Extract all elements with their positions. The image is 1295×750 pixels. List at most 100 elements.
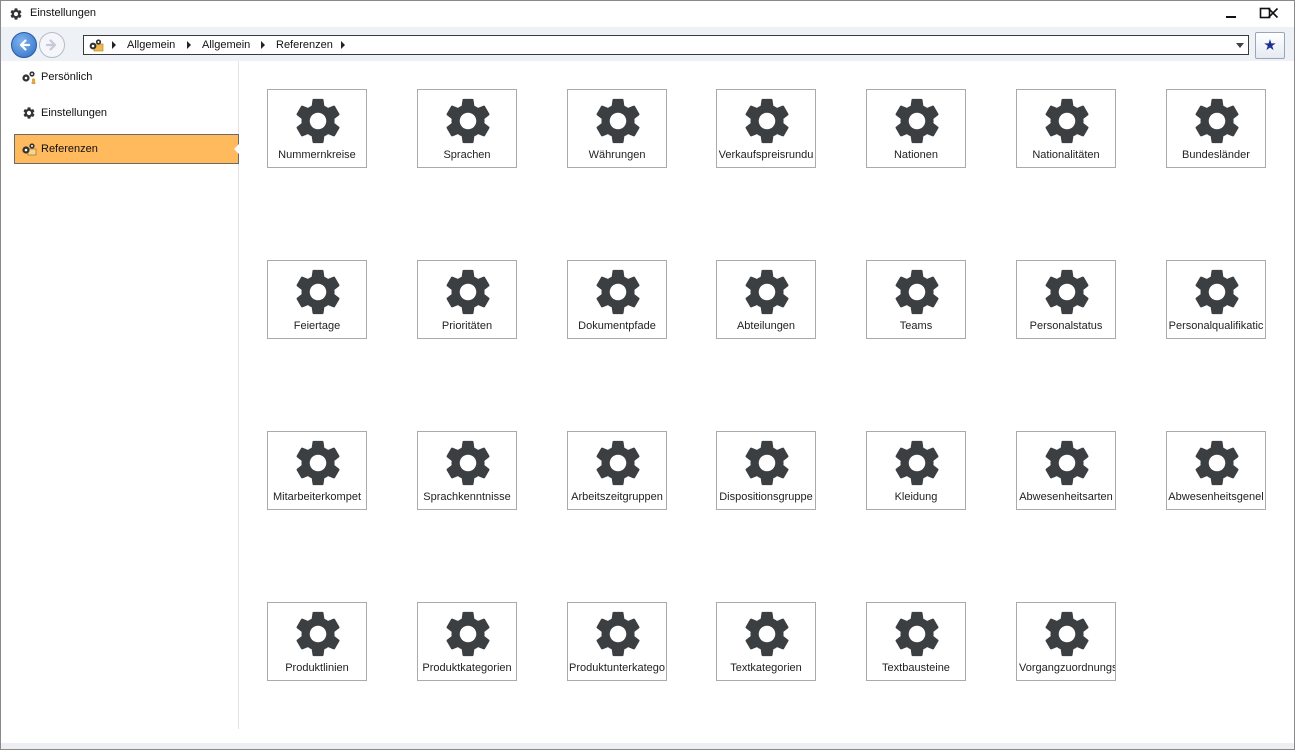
tile-label: Sprachen (443, 149, 491, 161)
gear-icon (895, 611, 939, 657)
sidebar-item-persoenlich[interactable]: Persönlich (14, 62, 239, 92)
breadcrumb-separator-icon (261, 41, 265, 49)
tile-label: Arbeitszeitgruppen (571, 491, 663, 503)
gear-icon (446, 98, 490, 144)
reference-tile[interactable]: Abwesenheitsarten (1016, 431, 1116, 510)
tile-label: Kleidung (894, 491, 938, 503)
gear-icon (10, 8, 22, 20)
tile-label: Produktkategorien (422, 662, 512, 674)
reference-tile[interactable]: Feiertage (267, 260, 367, 339)
tile-label: Feiertage (293, 320, 341, 332)
gear-icon (745, 611, 789, 657)
gear-icon (446, 611, 490, 657)
tile-label: Teams (899, 320, 933, 332)
chevron-down-icon[interactable] (1236, 43, 1244, 48)
sidebar-item-einstellungen[interactable]: Einstellungen (14, 98, 239, 128)
minimize-hitbox (1215, 1, 1249, 25)
navigation-bar: Allgemein Allgemein Referenzen ★ (1, 27, 1294, 61)
tile-label: Textbausteine (882, 662, 950, 674)
tile-label: Abwesenheitsgenel (1168, 491, 1264, 503)
window-title: Einstellungen (30, 7, 97, 19)
reference-tile[interactable]: Abteilungen (716, 260, 816, 339)
gear-icon (296, 98, 340, 144)
reference-tile[interactable]: Währungen (567, 89, 667, 168)
gear-icon (1195, 440, 1239, 486)
reference-tile[interactable]: Bundesländer (1166, 89, 1266, 168)
tile-label: Produktunterkatego (568, 662, 665, 674)
gear-icon (745, 98, 789, 144)
reference-tile[interactable]: Dokumentpfade (567, 260, 667, 339)
reference-tile[interactable]: Verkaufspreisrundu (716, 89, 816, 168)
reference-tile[interactable]: Arbeitszeitgruppen (567, 431, 667, 510)
tile-label: Personalqualifikatic (1168, 320, 1264, 332)
gear-icon (596, 611, 640, 657)
settings-window: Einstellungen Allgemein Allgemein Refere… (0, 0, 1295, 750)
reference-tile[interactable]: Dispositionsgruppe (716, 431, 816, 510)
address-bar[interactable]: Allgemein Allgemein Referenzen (83, 35, 1249, 55)
back-arrow-icon (19, 39, 31, 51)
gear-icon (1045, 611, 1089, 657)
gear-icon (596, 98, 640, 144)
forward-arrow-icon (45, 39, 57, 51)
reference-tile[interactable]: Kleidung (866, 431, 966, 510)
tile-label: Nationalitäten (1032, 149, 1100, 161)
gear-icon (296, 611, 340, 657)
reference-tile[interactable]: Sprachen (417, 89, 517, 168)
tile-label: Abwesenheitsarten (1019, 491, 1113, 503)
tile-label: Dokumentpfade (578, 320, 656, 332)
tile-label: Mitarbeiterkompet (272, 491, 362, 503)
close-icon (1267, 7, 1279, 19)
title-bar: Einstellungen (1, 1, 1294, 27)
gear-icon (296, 440, 340, 486)
tile-label: Personalstatus (1029, 320, 1103, 332)
reference-tile[interactable]: Produktlinien (267, 602, 367, 681)
reference-tile[interactable]: Teams (866, 260, 966, 339)
reference-tile[interactable]: Sprachkenntnisse (417, 431, 517, 510)
reference-tile[interactable]: Vorgangzuordnungs (1016, 602, 1116, 681)
tile-label: Verkaufspreisrundu (718, 149, 814, 161)
close-button[interactable] (1256, 1, 1290, 25)
breadcrumb-item[interactable]: Allgemein (127, 39, 175, 51)
selection-notch (234, 144, 239, 154)
gear-icon (1045, 440, 1089, 486)
gear-icon (446, 269, 490, 315)
gear-icon (596, 440, 640, 486)
gear-icon (23, 107, 35, 119)
reference-tile[interactable]: Textkategorien (716, 602, 816, 681)
tile-label: Sprachkenntnisse (423, 491, 511, 503)
reference-tile[interactable]: Nationalitäten (1016, 89, 1116, 168)
gear-icon (1195, 269, 1239, 315)
gear-icon (745, 269, 789, 315)
reference-tile[interactable]: Produktkategorien (417, 602, 517, 681)
gear-icon (596, 269, 640, 315)
reference-tile[interactable]: Personalqualifikatic (1166, 260, 1266, 339)
reference-tile[interactable]: Nummernkreise (267, 89, 367, 168)
gear-icon (895, 98, 939, 144)
reference-tile[interactable]: Nationen (866, 89, 966, 168)
back-button[interactable] (11, 32, 37, 58)
star-icon: ★ (1263, 37, 1277, 54)
favorite-button[interactable]: ★ (1255, 32, 1285, 59)
reference-tile[interactable]: Prioritäten (417, 260, 517, 339)
tile-label: Abteilungen (736, 320, 796, 332)
gear-icon (895, 269, 939, 315)
gear-icon (446, 440, 490, 486)
sidebar-item-label: Persönlich (41, 71, 93, 83)
forward-button[interactable] (39, 32, 65, 58)
sidebar-item-referenzen[interactable]: Referenzen (14, 134, 239, 164)
settings-folder-icon (89, 39, 104, 52)
breadcrumb-item[interactable]: Referenzen (276, 39, 333, 51)
reference-tile[interactable]: Produktunterkatego (567, 602, 667, 681)
tile-label: Nummernkreise (278, 149, 356, 161)
reference-tile[interactable]: Mitarbeiterkompet (267, 431, 367, 510)
tile-label: Vorgangzuordnungs (1019, 662, 1116, 674)
sidebar-item-label: Referenzen (41, 143, 98, 155)
breadcrumb-item[interactable]: Allgemein (202, 39, 250, 51)
tile-label: Textkategorien (730, 662, 802, 674)
tile-label: Prioritäten (441, 320, 493, 332)
reference-tile[interactable]: Abwesenheitsgenel (1166, 431, 1266, 510)
bottom-border (1, 743, 1294, 749)
reference-tile[interactable]: Textbausteine (866, 602, 966, 681)
reference-tile[interactable]: Personalstatus (1016, 260, 1116, 339)
gear-icon (895, 440, 939, 486)
